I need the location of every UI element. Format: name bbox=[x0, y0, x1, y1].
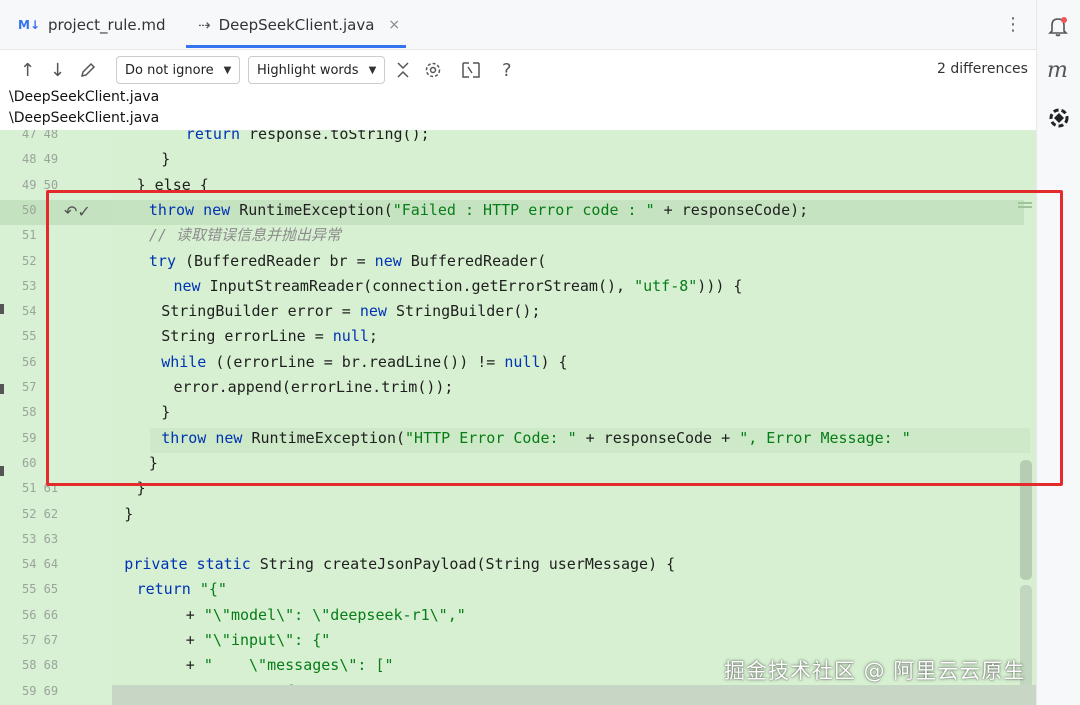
line-number: 57 67 bbox=[22, 633, 59, 647]
next-difference-icon[interactable]: ↓ bbox=[50, 58, 65, 82]
chevron-down-icon: ▼ bbox=[223, 64, 232, 76]
code-text: + " \"messages\": [" bbox=[186, 653, 394, 678]
code-token: "{" bbox=[199, 580, 227, 599]
dropdown-value: Highlight words bbox=[257, 62, 359, 78]
code-token: "\"model\": \"deepseek-r1\"," bbox=[203, 605, 466, 624]
sync-scroll-icon[interactable] bbox=[460, 58, 482, 82]
code-token: + bbox=[185, 605, 204, 624]
code-token: "\"input\": {" bbox=[203, 631, 331, 649]
collapse-unchanged-icon[interactable] bbox=[396, 58, 410, 82]
chevron-down-icon: ▼ bbox=[368, 64, 377, 76]
code-text: + "\"input\": {" bbox=[186, 628, 331, 653]
code-token: return bbox=[185, 130, 250, 143]
previous-difference-icon[interactable]: ↑ bbox=[20, 58, 35, 82]
edit-pencil-icon[interactable] bbox=[79, 58, 97, 82]
line-number: 48 49 bbox=[22, 152, 59, 167]
line-number: 52 62 bbox=[22, 506, 59, 521]
active-tab-indicator bbox=[186, 45, 406, 48]
code-text: return response.toString(); bbox=[186, 130, 430, 147]
right-file-path: \DeepSeekClient.java bbox=[9, 110, 160, 126]
clipped-edge-mark bbox=[0, 384, 4, 394]
code-line: 56 66 + "\"model\": \"deepseek-r1\"," bbox=[0, 603, 1036, 628]
code-text: + "\"model\": \"deepseek-r1\"," bbox=[186, 603, 466, 628]
clipped-edge-mark bbox=[0, 304, 4, 314]
difference-count: 2 differences bbox=[937, 61, 1028, 77]
line-number: 55 65 bbox=[22, 582, 59, 597]
line-number: 59 69 bbox=[22, 683, 59, 698]
code-line: 53 63 bbox=[0, 527, 1036, 552]
notifications-bell-icon[interactable] bbox=[1047, 15, 1069, 37]
code-text: } bbox=[161, 147, 170, 172]
code-token: } bbox=[124, 504, 134, 523]
left-file-path: \DeepSeekClient.java bbox=[9, 89, 160, 105]
code-token: static bbox=[196, 555, 260, 574]
code-line: 52 62} bbox=[0, 502, 1036, 527]
tab-deepseek-client[interactable]: ⇢ DeepSeekClient.java × bbox=[198, 0, 400, 50]
code-line: 48 49} bbox=[0, 147, 1036, 172]
line-number: 54 64 bbox=[22, 557, 59, 572]
line-number: 47 48 bbox=[22, 130, 59, 141]
plugin-gear-icon[interactable] bbox=[1046, 105, 1072, 131]
diff-viewer-window: M↓ project_rule.md ⇢ DeepSeekClient.java… bbox=[0, 0, 1080, 705]
code-token: return bbox=[136, 580, 200, 599]
code-token: " \"messages\": [" bbox=[203, 656, 394, 675]
close-tab-icon[interactable]: × bbox=[388, 17, 400, 33]
line-number: 58 68 bbox=[22, 658, 59, 673]
horizontal-scrollbar[interactable] bbox=[112, 685, 1036, 705]
ai-assistant-m-icon[interactable]: m bbox=[1047, 58, 1068, 83]
tab-label: DeepSeekClient.java bbox=[218, 16, 375, 34]
code-text: return "{" bbox=[137, 577, 227, 602]
code-line: 47 48 return response.toString(); bbox=[0, 130, 1036, 147]
markdown-icon: M↓ bbox=[18, 18, 40, 32]
settings-gear-icon[interactable] bbox=[423, 58, 443, 82]
line-number: 56 66 bbox=[22, 607, 59, 622]
editor-tab-bar: M↓ project_rule.md ⇢ DeepSeekClient.java… bbox=[0, 0, 1036, 50]
diff-file-icon: ⇢ bbox=[198, 16, 211, 34]
watermark: 掘金技术社区 @ 阿里云云原生 bbox=[724, 659, 1026, 683]
red-highlight-annotation bbox=[46, 190, 1063, 486]
code-line: 57 67 + "\"input\": {" bbox=[0, 628, 1036, 653]
highlight-mode-dropdown[interactable]: Highlight words ▼ bbox=[248, 56, 386, 84]
code-text: private static String createJsonPayload(… bbox=[124, 552, 675, 577]
clipped-edge-mark bbox=[0, 466, 4, 476]
tab-project-rule[interactable]: M↓ project_rule.md bbox=[18, 0, 166, 50]
help-icon[interactable]: ? bbox=[502, 58, 512, 82]
more-options-icon[interactable]: ⋮ bbox=[1004, 14, 1022, 35]
code-token: + bbox=[185, 656, 204, 675]
code-token: } bbox=[161, 150, 171, 169]
code-token: private bbox=[124, 555, 197, 574]
dropdown-value: Do not ignore bbox=[125, 62, 214, 78]
code-line: 54 64 private static String createJsonPay… bbox=[0, 552, 1036, 577]
tab-label: project_rule.md bbox=[48, 16, 166, 34]
code-token: response.toString(); bbox=[249, 130, 430, 143]
code-token: + bbox=[185, 631, 204, 649]
code-line: 55 65 return "{" bbox=[0, 577, 1036, 602]
code-text: } bbox=[124, 502, 133, 527]
line-number: 53 63 bbox=[22, 531, 59, 546]
whitespace-ignore-dropdown[interactable]: Do not ignore ▼ bbox=[116, 56, 241, 84]
code-token: String createJsonPayload(String userMess… bbox=[259, 555, 676, 574]
